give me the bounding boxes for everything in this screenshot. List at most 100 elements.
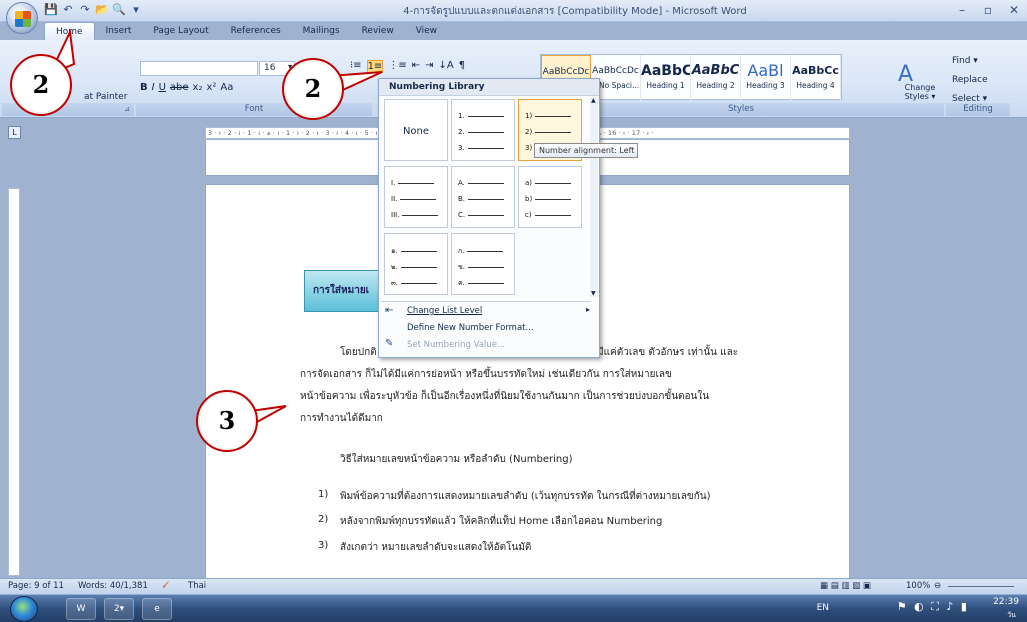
taskbar-app-1[interactable]: W <box>66 598 96 620</box>
define-new-number-format-item[interactable]: Define New Number Format... <box>407 323 534 333</box>
subscript-button[interactable]: x₂ <box>193 82 203 93</box>
dropdown-scrollbar[interactable]: ▲ ▼ <box>590 97 598 297</box>
change-styles-button[interactable]: Change Styles ▾ <box>902 83 938 101</box>
style-heading-3[interactable]: AaBl Heading 3 <box>741 55 791 101</box>
numbering-none-tile[interactable]: None <box>384 99 448 161</box>
numbering-lower-alpha-tile[interactable]: a) b) c) <box>518 166 582 228</box>
style-heading-4[interactable]: AaBbCc Heading 4 <box>791 55 841 101</box>
italic-button[interactable]: I <box>152 82 155 93</box>
list-marker-line: 2. <box>458 128 504 138</box>
office-button[interactable] <box>6 2 38 34</box>
scroll-down-icon[interactable]: ▼ <box>591 290 596 297</box>
customize-qat-icon[interactable]: ▾ <box>129 3 143 17</box>
open-icon[interactable]: 📂 <box>95 3 109 17</box>
increase-indent-button[interactable]: ⇥ <box>425 60 433 73</box>
paragraph-line: การจัดเอกสาร ก็ไม่ได้มีแค่การย่อหน้า หรื… <box>300 369 672 380</box>
language-indicator[interactable]: Thai <box>188 579 206 594</box>
set-numbering-value-item: Set Numbering Value... <box>407 340 506 350</box>
font-size-value: 16 <box>264 63 276 73</box>
zoom-slider[interactable] <box>948 586 1014 587</box>
list-marker-line: A. <box>458 179 504 189</box>
style-name: Heading 3 <box>746 81 785 90</box>
view-buttons[interactable]: ▦ ▤ ▥ ▧ ▣ <box>820 579 871 594</box>
quick-access-toolbar: 💾 ↶ ↷ 📂 🔍 ▾ <box>44 3 143 17</box>
bold-button[interactable]: B <box>140 82 148 93</box>
zoom-level[interactable]: 100% <box>906 579 930 594</box>
minimize-button[interactable]: – <box>949 0 975 20</box>
office-logo-icon <box>15 11 31 27</box>
show-formatting-button[interactable]: ¶ <box>459 60 465 73</box>
change-list-level-item[interactable]: Change List Level <box>407 306 482 316</box>
word-count[interactable]: Words: 40/1,381 <box>78 579 148 594</box>
style-sample: AaBbC <box>691 63 740 78</box>
proofing-icon[interactable]: ✓̸ <box>162 579 169 594</box>
callout-number: 2 <box>32 70 50 99</box>
tab-page-layout[interactable]: Page Layout <box>142 22 219 40</box>
language-bar[interactable]: EN <box>817 603 829 613</box>
numbering-thai-digit-tile[interactable]: ๑. ๒. ๓. <box>384 233 448 295</box>
font-name-box[interactable] <box>140 61 258 76</box>
change-case-button[interactable]: Aa <box>220 82 233 93</box>
callout-number: 2 <box>304 74 322 103</box>
page-count[interactable]: Page: 9 of 11 <box>8 579 64 594</box>
numbering-upper-alpha-tile[interactable]: A. B. C. <box>451 166 515 228</box>
callout-numbering-button: 2 <box>282 58 344 120</box>
style-sample: AaBl <box>747 61 784 80</box>
redo-icon[interactable]: ↷ <box>78 3 92 17</box>
taskbar-word-group[interactable]: 2▾ <box>104 598 134 620</box>
tab-references[interactable]: References <box>220 22 292 40</box>
strikethrough-button[interactable]: abe <box>170 82 189 93</box>
tab-selector-button[interactable]: L <box>8 126 21 139</box>
change-styles-arrow-icon: ▾ <box>931 92 936 101</box>
undo-icon[interactable]: ↶ <box>61 3 75 17</box>
paragraph-line: มีแค่ตัวเลข ตัวอักษร เท่านั้น และ <box>597 347 739 358</box>
list-marker-line: a) <box>525 179 572 189</box>
replace-button[interactable]: Replace <box>952 75 988 85</box>
underline-button[interactable]: U <box>159 82 166 93</box>
tab-review[interactable]: Review <box>351 22 405 40</box>
start-button[interactable] <box>10 596 38 622</box>
restore-button[interactable]: ▫ <box>975 0 1001 20</box>
superscript-button[interactable]: x² <box>206 82 216 93</box>
style-name: Heading 4 <box>796 81 835 90</box>
tab-mailings[interactable]: Mailings <box>292 22 351 40</box>
format-painter-button[interactable]: at Painter <box>84 92 127 102</box>
decrease-indent-button[interactable]: ⇤ <box>412 60 420 73</box>
list-marker-line: 3. <box>458 144 504 154</box>
zoom-out-icon[interactable]: ⊖ <box>934 579 941 594</box>
heading-shape[interactable]: การใส่หมายเ <box>304 270 384 312</box>
editing-group-label: Editing <box>946 103 1010 116</box>
list-marker-line: 1. <box>458 112 504 122</box>
title-bar: 💾 ↶ ↷ 📂 🔍 ▾ 4-การจัดรูปแบบและตกแต่งเอกสา… <box>0 0 1027 22</box>
list-marker-line: c) <box>525 211 571 221</box>
window-title: 4-การจัดรูปแบบและตกแต่งเอกสาร [Compatibi… <box>403 6 747 17</box>
numbering-thai-letter-tile[interactable]: ก. ข. ค. <box>451 233 515 295</box>
vertical-ruler[interactable] <box>8 188 20 576</box>
window-controls: – ▫ ✕ <box>949 0 1027 20</box>
numbering-decimal-dot-tile[interactable]: 1. 2. 3. <box>451 99 515 161</box>
list-marker-line: b) <box>525 195 572 205</box>
heading-text: การใส่หมายเ <box>313 285 370 296</box>
clock-time[interactable]: 22:39 <box>993 597 1019 607</box>
numbering-roman-tile[interactable]: I. II. III. <box>384 166 448 228</box>
print-preview-icon[interactable]: 🔍 <box>112 3 126 17</box>
style-heading-2[interactable]: AaBbC Heading 2 <box>691 55 741 101</box>
change-list-level-icon: ⇤ <box>385 305 394 316</box>
style-sample: AaBbCc <box>792 64 839 77</box>
scroll-up-icon[interactable]: ▲ <box>591 97 596 104</box>
tray-icons[interactable]: ⚑ ◐ ⛶ ♪ ▮ <box>897 600 969 614</box>
close-button[interactable]: ✕ <box>1001 0 1027 20</box>
paragraph-line: การทำงานได้ดีมาก <box>300 413 383 424</box>
sort-button[interactable]: ↓A <box>438 60 453 73</box>
list-marker-line: ค. <box>458 278 504 288</box>
multilevel-list-button[interactable]: ⋮≡ <box>388 60 406 73</box>
numbering-library-dropdown: Numbering Library ▲ ▼ None 1. 2. 3. 1) 2… <box>378 78 600 358</box>
paragraph-line: โดยปกติ <box>340 347 377 358</box>
list-marker-line: ๓. <box>391 278 438 288</box>
save-icon[interactable]: 💾 <box>44 3 58 17</box>
taskbar-ie[interactable]: e <box>142 598 172 620</box>
style-heading-1[interactable]: AaBbC Heading 1 <box>641 55 691 101</box>
find-button[interactable]: Find ▾ <box>952 56 978 66</box>
clipboard-launcher-icon[interactable]: ⊿ <box>124 103 130 116</box>
tab-view[interactable]: View <box>405 22 448 40</box>
